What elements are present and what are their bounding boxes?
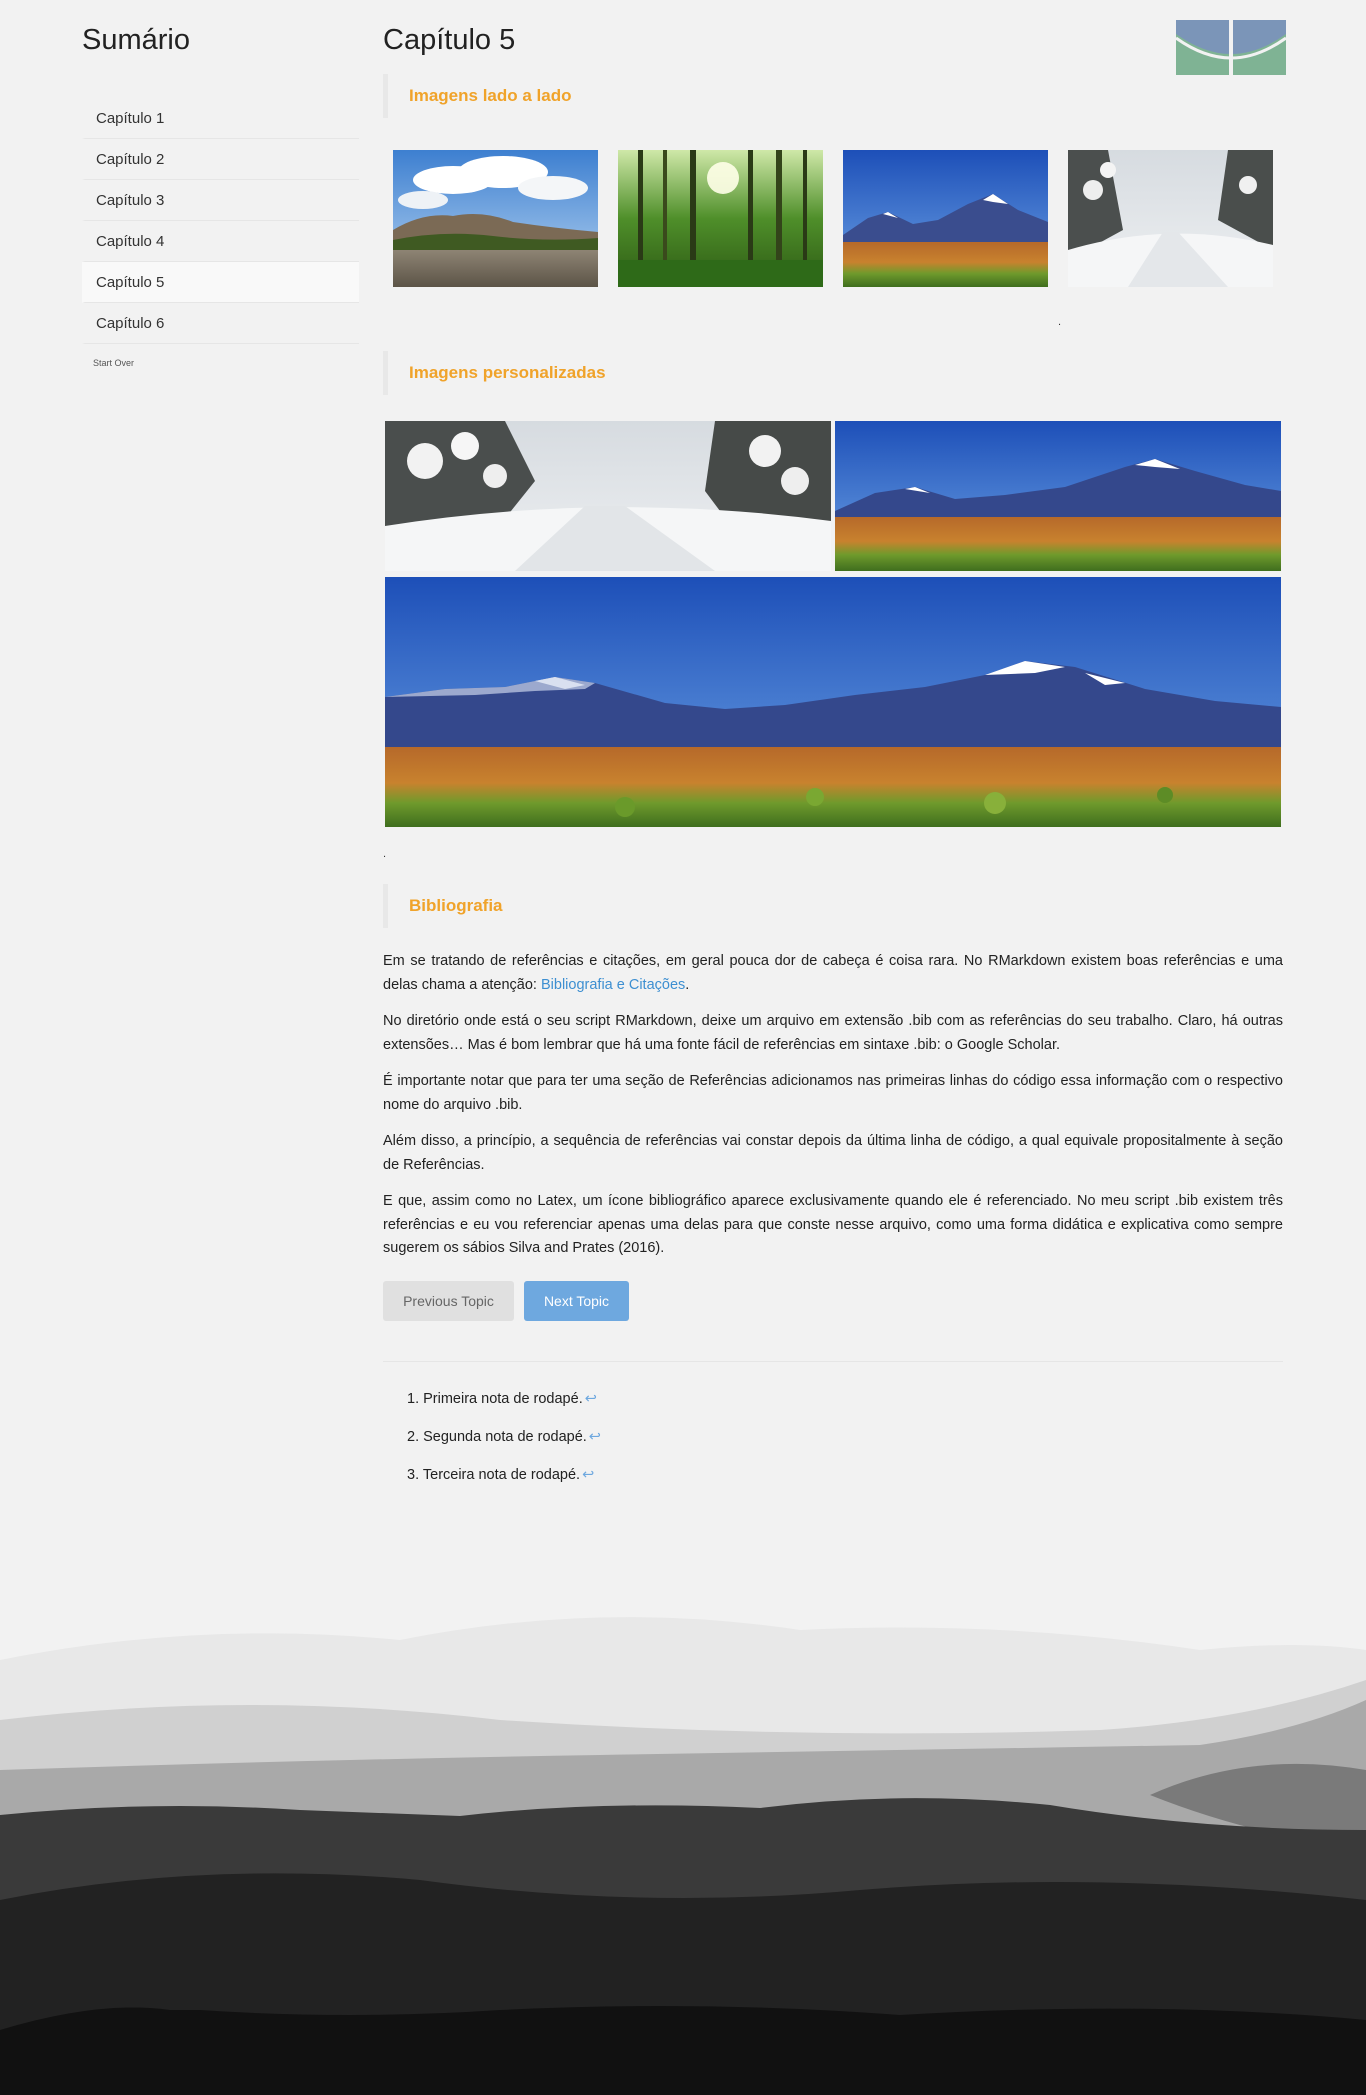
paragraph-1-text: Em se tratando de referências e citações… [383, 953, 1283, 993]
footnote-back-link-icon[interactable]: ↩ [582, 1467, 594, 1483]
footnote-number: 2. [407, 1429, 420, 1445]
university-logo-icon [1175, 20, 1287, 75]
page-title: Capítulo 5 [383, 24, 516, 56]
mountain-landscape-background [0, 1617, 1366, 2095]
toc-item-capitulo-2[interactable]: Capítulo 2 [82, 139, 359, 180]
toc-item-capitulo-4[interactable]: Capítulo 4 [82, 221, 359, 262]
paragraph-5: E que, assim como no Latex, um ícone bib… [383, 1193, 1283, 1256]
previous-topic-button[interactable]: Previous Topic [383, 1281, 514, 1321]
paragraph-1: Em se tratando de referências e citações… [383, 950, 1283, 997]
toc-item-capitulo-6[interactable]: Capítulo 6 [82, 303, 359, 344]
river-landscape-image [393, 150, 598, 287]
footnote-text: Segunda nota de rodapé. [423, 1429, 587, 1445]
toc-list: Capítulo 1 Capítulo 2 Capítulo 3 Capítul… [82, 98, 359, 344]
footnote-item: 2. Segunda nota de rodapé. ↩ [407, 1418, 601, 1456]
volcano-mountains-large-image [385, 577, 1281, 827]
footnotes-divider [383, 1361, 1283, 1362]
volcano-mountains-image [843, 150, 1048, 287]
toc-item-capitulo-3[interactable]: Capítulo 3 [82, 180, 359, 221]
forest-sunlight-image [618, 150, 823, 287]
next-topic-button[interactable]: Next Topic [524, 1281, 629, 1321]
caption-dot: . [383, 848, 387, 860]
sidebar-toc: Sumário Capítulo 1 Capítulo 2 Capítulo 3… [82, 20, 359, 368]
paragraph-4: Além disso, a princípio, a sequência de … [383, 1133, 1283, 1173]
footnote-text: Primeira nota de rodapé. [423, 1391, 583, 1407]
paragraph-1-end: . [685, 976, 690, 993]
bibliography-link[interactable]: Bibliografia e Citações [541, 977, 685, 993]
paragraph-3: É importante notar que para ter uma seçã… [383, 1073, 1283, 1113]
footnote-number: 1. [407, 1391, 420, 1407]
toc-item-capitulo-1[interactable]: Capítulo 1 [82, 98, 359, 139]
footnote-item: 3. Terceira nota de rodapé. ↩ [407, 1456, 601, 1494]
footnotes-list: 1. Primeira nota de rodapé. ↩ 2. Segunda … [407, 1380, 601, 1494]
snowy-road-image [1068, 150, 1273, 287]
footnote-text: Terceira nota de rodapé. [422, 1467, 581, 1483]
snowy-road-image [385, 421, 831, 571]
toc-item-capitulo-5[interactable]: Capítulo 5 [82, 262, 359, 303]
sidebar-title: Sumário [82, 24, 190, 56]
footnote-item: 1. Primeira nota de rodapé. ↩ [407, 1380, 601, 1418]
caption-dot: . [1058, 316, 1062, 328]
footnote-back-link-icon[interactable]: ↩ [589, 1429, 601, 1445]
section-heading-side-by-side: Imagens lado a lado [383, 74, 572, 118]
paragraph-2: No diretório onde está o seu script RMar… [383, 1013, 1283, 1053]
section-heading-custom: Imagens personalizadas [383, 351, 606, 395]
footnote-number: 3. [407, 1467, 420, 1483]
volcano-mountains-image [835, 421, 1281, 571]
start-over-link[interactable]: Start Over [93, 358, 359, 368]
footnote-back-link-icon[interactable]: ↩ [585, 1391, 597, 1407]
main-content: Capítulo 5 [383, 20, 1283, 60]
section-heading-bibliography: Bibliografia [383, 884, 503, 928]
